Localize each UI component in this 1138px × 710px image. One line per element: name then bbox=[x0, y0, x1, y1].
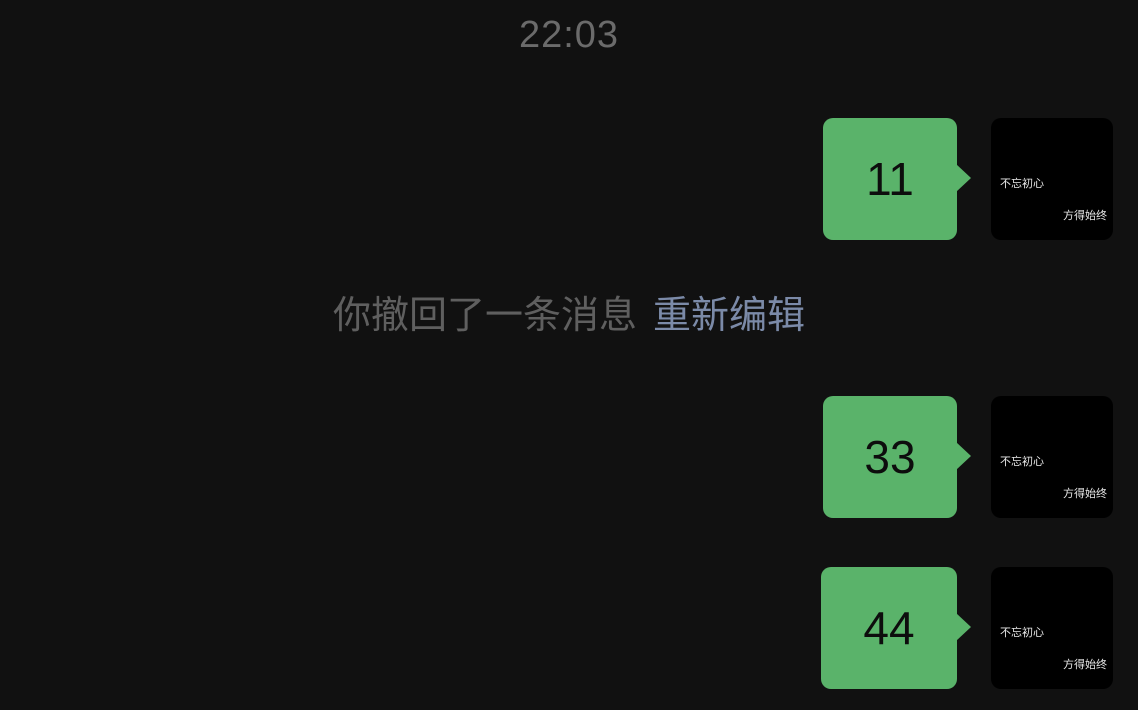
avatar-text-line2: 方得始终 bbox=[1063, 209, 1107, 222]
avatar[interactable]: 不忘初心 方得始终 bbox=[991, 118, 1113, 240]
message-row: 33 不忘初心 方得始终 bbox=[783, 396, 1113, 518]
recall-notice: 你撤回了一条消息 重新编辑 bbox=[0, 284, 1138, 339]
message-text: 33 bbox=[864, 431, 916, 483]
message-text: 44 bbox=[863, 602, 915, 654]
avatar[interactable]: 不忘初心 方得始终 bbox=[991, 396, 1113, 518]
message-bubble[interactable]: 33 bbox=[823, 396, 971, 518]
avatar-text-line1: 不忘初心 bbox=[1000, 177, 1044, 190]
message-bubble[interactable]: 44 bbox=[821, 567, 971, 689]
message-timestamp: 22:03 bbox=[518, 14, 620, 56]
avatar[interactable]: 不忘初心 方得始终 bbox=[991, 567, 1113, 689]
chat-view: 22:03 11 不忘初心 方得始终 你撤回了一条消息 重新编辑 33 不忘初心 … bbox=[0, 0, 1138, 710]
avatar-text-line2: 方得始终 bbox=[1063, 658, 1107, 671]
recall-notice-text: 你撤回了一条消息 bbox=[332, 293, 637, 337]
message-bubble[interactable]: 11 bbox=[823, 118, 971, 240]
message-text: 11 bbox=[866, 153, 914, 205]
avatar-text-line1: 不忘初心 bbox=[1000, 626, 1044, 639]
avatar-text-line1: 不忘初心 bbox=[1000, 455, 1044, 468]
avatar-text-line2: 方得始终 bbox=[1063, 487, 1107, 500]
message-row: 11 不忘初心 方得始终 bbox=[783, 118, 1113, 240]
message-row: 44 不忘初心 方得始终 bbox=[783, 567, 1113, 689]
re-edit-link[interactable]: 重新编辑 bbox=[653, 293, 805, 337]
